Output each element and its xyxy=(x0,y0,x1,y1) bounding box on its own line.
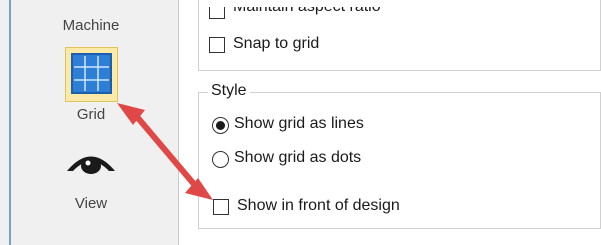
show-grid-as-dots-label[interactable]: Show grid as dots xyxy=(234,149,361,167)
sidebar-item-view-label[interactable]: View xyxy=(46,195,136,212)
sidebar-item-machine-label[interactable]: Machine xyxy=(46,17,136,34)
show-grid-as-lines-label[interactable]: Show grid as lines xyxy=(234,115,364,133)
style-group-title: Style xyxy=(208,82,250,100)
snap-to-grid-checkbox[interactable] xyxy=(209,37,225,53)
show-in-front-of-design-checkbox[interactable] xyxy=(213,199,229,215)
sidebar-edge xyxy=(9,0,11,245)
show-in-front-of-design-label[interactable]: Show in front of design xyxy=(237,197,400,215)
grid-icon[interactable] xyxy=(71,53,112,94)
snap-to-grid-label[interactable]: Snap to grid xyxy=(233,35,319,53)
show-grid-as-dots-radio[interactable] xyxy=(212,151,229,168)
sidebar-item-grid-label[interactable]: Grid xyxy=(46,106,136,123)
eye-icon[interactable] xyxy=(64,146,118,176)
clip-mask xyxy=(199,0,600,7)
show-grid-as-lines-radio[interactable] xyxy=(212,117,229,134)
